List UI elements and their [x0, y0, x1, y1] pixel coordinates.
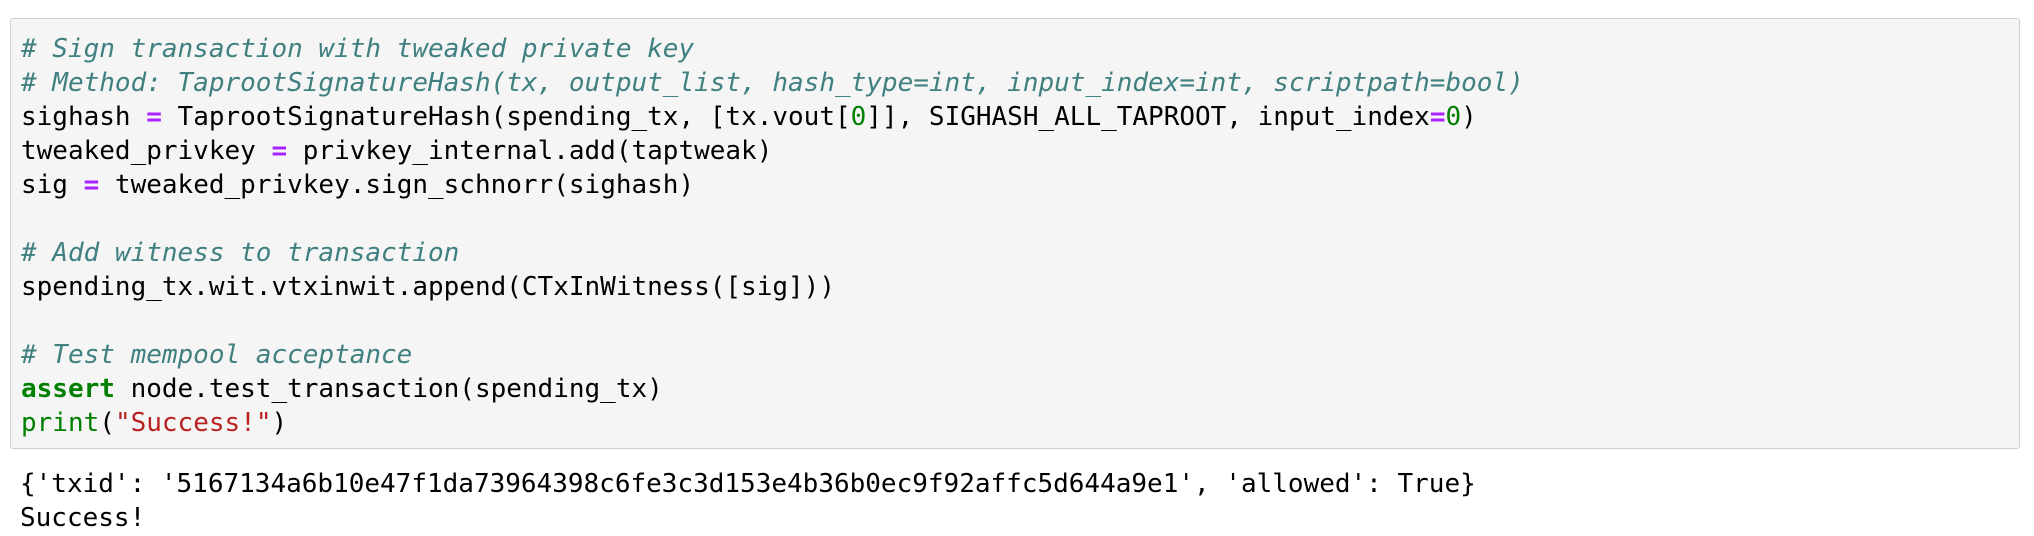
code-token-plain: tweaked_privkey [21, 136, 272, 166]
code-line: # Test mempool acceptance [21, 338, 1524, 372]
code-token-num: 0 [1445, 102, 1462, 132]
code-line: # Sign transaction with tweaked private … [21, 32, 1524, 66]
code-line: spending_tx.wit.vtxinwit.append(CTxInWit… [21, 270, 1524, 304]
output-line: {'txid': '5167134a6b10e47f1da73964398c6f… [20, 469, 1476, 499]
code-line: assert node.test_transaction(spending_tx… [21, 372, 1524, 406]
code-token-op: = [83, 170, 100, 200]
code-token-num: 0 [850, 102, 867, 132]
code-token-keyword: assert [21, 374, 115, 404]
code-token-plain: spending_tx.wit.vtxinwit.append(CTxInWit… [21, 272, 835, 302]
code-token-plain: node.test_transaction(spending_tx) [114, 374, 663, 404]
code-token-plain: ) [1461, 102, 1477, 132]
code-token-plain: sig [21, 170, 84, 200]
code-token-plain: sighash [21, 102, 147, 132]
code-line: sig = tweaked_privkey.sign_schnorr(sigha… [21, 168, 1524, 202]
code-token-comment: # Test mempool acceptance [21, 340, 413, 370]
code-token-comment: # Method: TaprootSignatureHash(tx, outpu… [21, 68, 1524, 98]
code-editor[interactable]: # Sign transaction with tweaked private … [21, 32, 1524, 440]
code-cell-input[interactable]: # Sign transaction with tweaked private … [10, 18, 2020, 449]
code-token-string: "Success!" [114, 408, 272, 438]
code-token-plain: ( [99, 408, 115, 438]
code-token-builtin: print [21, 408, 100, 438]
code-token-plain: privkey_internal.add(taptweak) [287, 136, 773, 166]
code-token-comment: # Sign transaction with tweaked private … [21, 34, 695, 64]
code-line: sighash = TaprootSignatureHash(spending_… [21, 100, 1524, 134]
code-line: # Add witness to transaction [21, 236, 1524, 270]
code-token-plain: tweaked_privkey.sign_schnorr(sighash) [99, 170, 695, 200]
code-token-op: = [146, 102, 162, 132]
output-line: Success! [20, 503, 146, 533]
code-line: print("Success!") [21, 406, 1524, 440]
code-token-comment: # Add witness to transaction [21, 238, 460, 268]
code-cell-output: {'txid': '5167134a6b10e47f1da73964398c6f… [20, 467, 1476, 535]
code-token-op: = [1429, 102, 1446, 132]
code-token-op: = [271, 136, 288, 166]
code-token-plain: ) [271, 408, 288, 438]
code-line: # Method: TaprootSignatureHash(tx, outpu… [21, 66, 1524, 100]
code-line: tweaked_privkey = privkey_internal.add(t… [21, 134, 1524, 168]
code-token-plain: ]], SIGHASH_ALL_TAPROOT, input_index [866, 102, 1430, 132]
code-token-plain: TaprootSignatureHash(spending_tx, [tx.vo… [161, 102, 851, 132]
